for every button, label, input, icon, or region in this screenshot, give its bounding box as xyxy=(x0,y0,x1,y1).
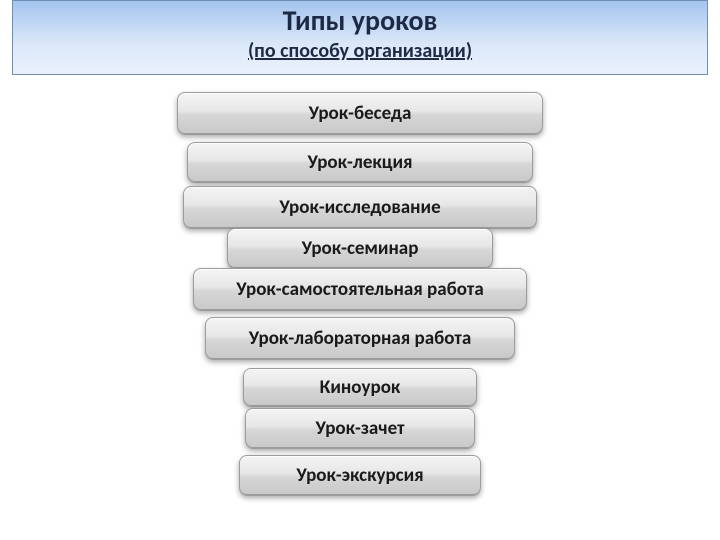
chip-5: Урок-лабораторная работа xyxy=(205,317,515,359)
chip-label: Киноурок xyxy=(320,376,401,399)
chip-label: Урок-семинар xyxy=(302,237,419,260)
chip-label: Урок-лекция xyxy=(307,151,412,174)
chip-label: Урок-исследование xyxy=(279,196,440,219)
chip-3: Урок-семинар xyxy=(227,228,493,268)
slide-subtitle: (по способу организации) xyxy=(13,37,707,65)
chip-label: Урок-экскурсия xyxy=(296,464,423,487)
chip-label: Урок-зачет xyxy=(315,417,404,440)
chip-6: Киноурок xyxy=(243,368,477,406)
chip-0: Урок-беседа xyxy=(177,92,543,134)
slide-title: Типы уроков xyxy=(13,1,707,37)
chip-7: Урок-зачет xyxy=(245,408,475,448)
chip-label: Урок-беседа xyxy=(309,102,412,125)
slide-stage: Типы уроков (по способу организации) Уро… xyxy=(0,0,720,540)
chip-2: Урок-исследование xyxy=(183,186,537,228)
title-box: Типы уроков (по способу организации) xyxy=(12,0,708,75)
chip-1: Урок-лекция xyxy=(187,142,533,182)
chip-8: Урок-экскурсия xyxy=(239,455,481,495)
chip-label: Урок-лабораторная работа xyxy=(249,327,471,350)
chip-label: Урок-самостоятельная работа xyxy=(236,278,483,301)
chip-4: Урок-самостоятельная работа xyxy=(193,268,527,310)
